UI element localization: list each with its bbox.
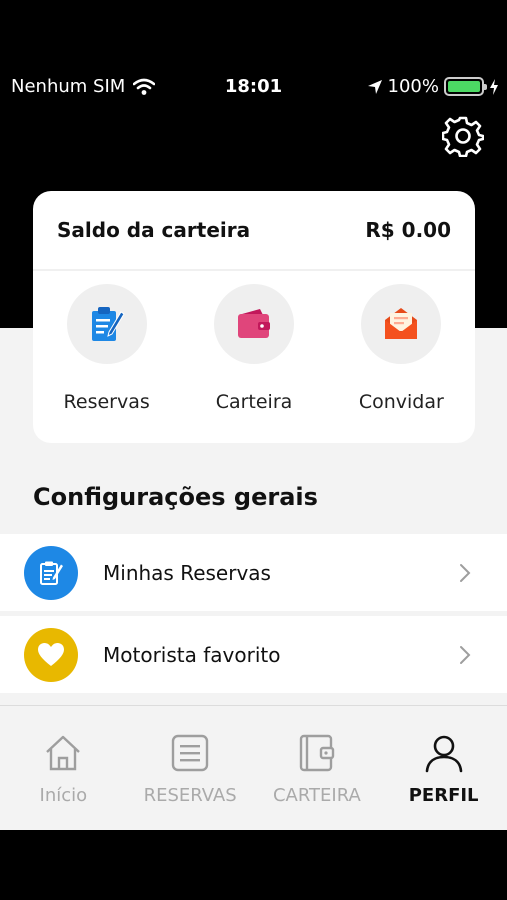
charging-icon xyxy=(490,78,498,95)
list-item-minhas-reservas[interactable]: Minhas Reservas xyxy=(0,534,507,611)
section-title: Configurações gerais xyxy=(33,483,318,511)
tab-carteira-label: CARTEIRA xyxy=(272,785,361,806)
home-icon xyxy=(46,735,81,771)
chevron-right-icon xyxy=(460,645,471,664)
clipboard-icon xyxy=(91,307,125,341)
wallet-icon xyxy=(299,734,335,772)
envelope-icon xyxy=(385,308,418,339)
tab-perfil[interactable]: PERFIL xyxy=(380,706,507,830)
location-icon xyxy=(367,79,382,94)
user-icon xyxy=(425,735,462,773)
tab-bar: Início RESERVAS CARTEIRA PERFIL xyxy=(0,705,507,830)
battery-fill xyxy=(448,81,480,92)
reservas-shortcut-label: Reservas xyxy=(63,391,150,413)
heart-icon xyxy=(38,642,64,666)
status-bar: Nenhum SIM 18:01 100% xyxy=(0,0,507,175)
carteira-shortcut-label: Carteira xyxy=(215,391,293,413)
reservas-shortcut[interactable]: Reservas xyxy=(37,284,177,413)
gear-icon[interactable] xyxy=(442,115,484,157)
reservas-icon-circle xyxy=(66,284,147,364)
tab-inicio[interactable]: Início xyxy=(0,706,127,830)
wallet-icon xyxy=(237,309,270,338)
wallet-header: Saldo da carteira R$ 0.00 xyxy=(33,191,475,271)
motorista-favorito-label: Motorista favorito xyxy=(103,642,281,667)
tab-inicio-label: Início xyxy=(39,785,88,806)
carteira-shortcut[interactable]: Carteira xyxy=(184,284,324,413)
battery-icon xyxy=(444,77,487,96)
tab-reservas-label: RESERVAS xyxy=(143,785,237,806)
convidar-shortcut-label: Convidar xyxy=(358,391,444,413)
battery-percent: 100% xyxy=(387,76,439,97)
wallet-title: Saldo da carteira xyxy=(57,218,251,242)
motorista-favorito-icon-circle xyxy=(24,627,78,682)
tab-carteira[interactable]: CARTEIRA xyxy=(254,706,381,830)
convidar-shortcut[interactable]: Convidar xyxy=(331,284,471,413)
convidar-icon-circle xyxy=(361,284,442,364)
clipboard-icon xyxy=(40,561,63,585)
wallet-actions: Reservas Carteira Convidar xyxy=(33,271,475,413)
profile-content: Saldo da carteira R$ 0.00 Reservas Carte… xyxy=(0,175,507,705)
minhas-reservas-label: Minhas Reservas xyxy=(103,560,271,585)
minhas-reservas-icon-circle xyxy=(24,545,78,600)
chevron-right-icon xyxy=(460,563,471,582)
home-indicator-area xyxy=(0,830,507,900)
wallet-balance: R$ 0.00 xyxy=(365,218,451,242)
tab-perfil-label: PERFIL xyxy=(408,785,479,806)
wallet-card: Saldo da carteira R$ 0.00 Reservas Carte… xyxy=(33,191,475,443)
status-right: 100% xyxy=(367,76,499,97)
carteira-icon-circle xyxy=(213,284,294,364)
list-icon xyxy=(171,734,209,772)
list-item-motorista-favorito[interactable]: Motorista favorito xyxy=(0,616,507,693)
tab-reservas[interactable]: RESERVAS xyxy=(127,706,254,830)
